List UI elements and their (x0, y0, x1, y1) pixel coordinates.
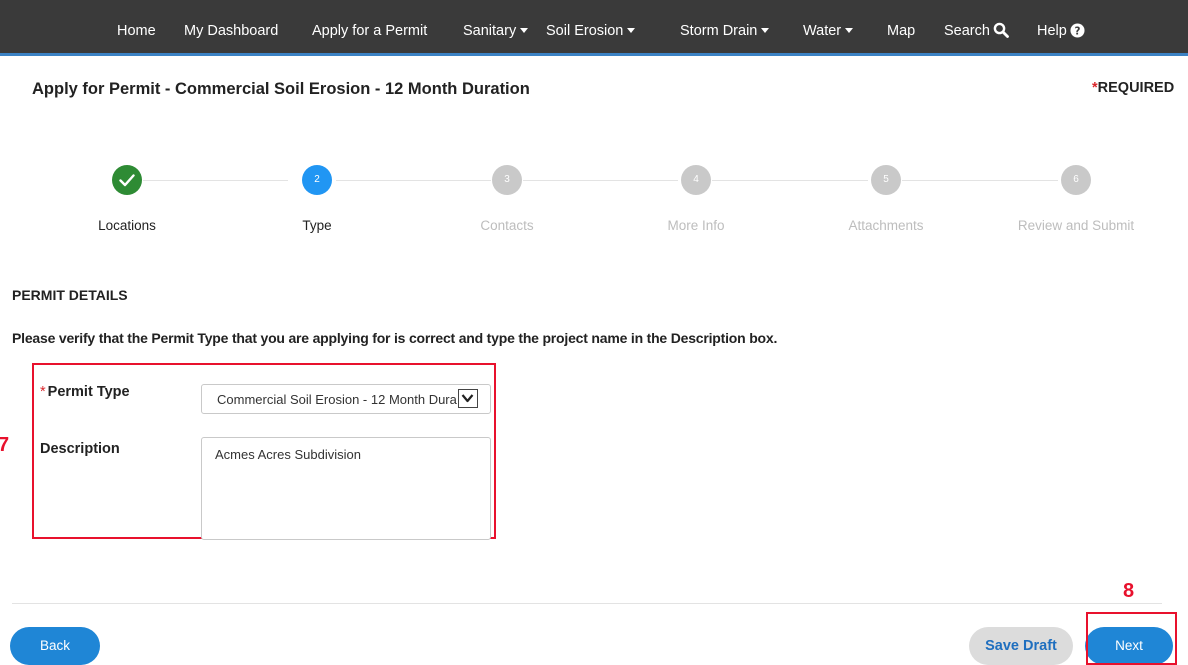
section-heading: PERMIT DETAILS (12, 287, 128, 303)
annotation-callout-7: 7 (0, 434, 10, 456)
step-4-label: More Info (667, 218, 725, 233)
caret-down-icon (845, 28, 854, 33)
step-5-circle: 5 (871, 165, 901, 195)
step-3-circle: 3 (492, 165, 522, 195)
step-2-circle[interactable]: 2 (302, 165, 332, 195)
caret-down-icon (761, 28, 770, 33)
nav-search-label: Search (944, 23, 990, 39)
permit-type-label-text: Permit Type (47, 384, 130, 400)
permit-type-label: * Permit Type (40, 384, 130, 400)
step-6-label: Review and Submit (1017, 218, 1135, 233)
step-1-circle[interactable] (112, 165, 142, 195)
nav-search[interactable]: Search (944, 0, 1009, 56)
nav-water[interactable]: Water (803, 0, 854, 56)
nav-storm-drain[interactable]: Storm Drain (680, 0, 770, 56)
annotation-callout-8: 8 (1123, 580, 1135, 602)
nav-soil-erosion[interactable]: Soil Erosion (546, 0, 636, 56)
nav-map[interactable]: Map (887, 0, 915, 56)
step-6-circle: 6 (1061, 165, 1091, 195)
step-connector (523, 180, 678, 181)
nav-my-dashboard[interactable]: My Dashboard (184, 0, 278, 56)
help-circle-icon: ? (1070, 3, 1085, 65)
required-asterisk: * (40, 384, 46, 400)
description-label: Description (40, 441, 120, 457)
required-note: *REQUIRED (1092, 80, 1174, 96)
permit-type-select[interactable]: Commercial Soil Erosion - 12 Month Durat… (201, 384, 491, 414)
nav-apply-for-permit[interactable]: Apply for a Permit (312, 0, 427, 56)
page-title: Apply for Permit - Commercial Soil Erosi… (32, 80, 530, 98)
chevron-down-icon[interactable] (458, 389, 478, 408)
step-1-label[interactable]: Locations (47, 218, 207, 233)
step-3-label: Contacts (480, 218, 534, 233)
nav-water-label: Water (803, 23, 842, 39)
save-draft-button[interactable]: Save Draft (969, 627, 1073, 665)
search-icon (993, 3, 1009, 65)
nav-soil-erosion-label: Soil Erosion (546, 23, 624, 39)
top-navbar: Home My Dashboard Apply for a Permit San… (0, 0, 1188, 56)
step-connector (336, 180, 491, 181)
step-connector (902, 180, 1058, 181)
nav-sanitary-label: Sanitary (463, 23, 517, 39)
required-label: REQUIRED (1097, 80, 1175, 96)
caret-down-icon (520, 28, 529, 33)
annotation-highlight-box (1086, 612, 1177, 665)
nav-home[interactable]: Home (117, 0, 156, 56)
description-textarea[interactable]: Acmes Acres Subdivision (201, 437, 491, 540)
nav-storm-drain-label: Storm Drain (680, 23, 758, 39)
step-2-label[interactable]: Type (237, 218, 397, 233)
caret-down-icon (627, 28, 636, 33)
step-connector (712, 180, 868, 181)
back-button[interactable]: Back (10, 627, 100, 665)
nav-help-label: Help (1037, 23, 1067, 39)
step-5-label: Attachments (848, 218, 924, 233)
permit-type-selected-value: Commercial Soil Erosion - 12 Month Durat… (217, 392, 457, 407)
divider (12, 603, 1162, 604)
instruction-text: Please verify that the Permit Type that … (12, 330, 778, 346)
check-icon (112, 174, 142, 198)
step-connector (143, 180, 288, 181)
nav-help[interactable]: Help? (1037, 0, 1085, 56)
nav-sanitary[interactable]: Sanitary (463, 0, 529, 56)
svg-text:?: ? (1074, 25, 1080, 37)
step-4-circle: 4 (681, 165, 711, 195)
